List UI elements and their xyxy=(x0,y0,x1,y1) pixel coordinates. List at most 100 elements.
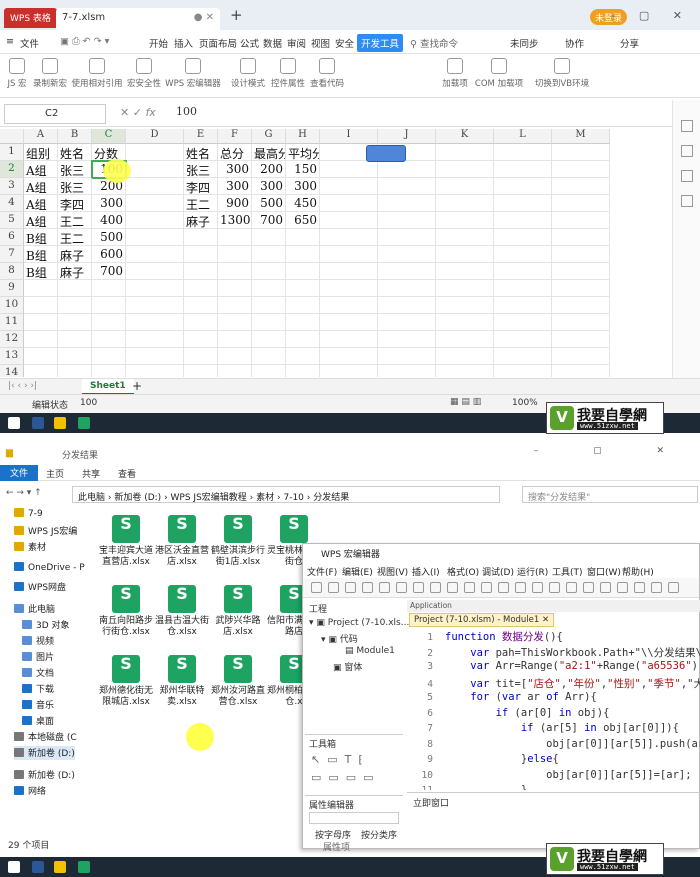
cell-D3[interactable] xyxy=(126,178,184,195)
forms-folder[interactable]: ▣ 窗体 xyxy=(333,660,362,673)
row-header-11[interactable]: 11 xyxy=(0,314,24,331)
column-header-I[interactable]: I xyxy=(320,129,378,144)
folder-taskbar-icon[interactable] xyxy=(54,417,66,429)
nav-item-7[interactable]: 视频 xyxy=(22,634,54,648)
macro-menu-item-0[interactable]: 文件(F) xyxy=(307,565,337,578)
com-addins-button[interactable]: COM 加载项 xyxy=(474,58,524,89)
cell-G14[interactable] xyxy=(252,365,286,377)
code-editor[interactable]: Application Project (7-10.xlsm) - Module… xyxy=(407,600,700,790)
cell-K11[interactable] xyxy=(436,314,494,331)
windows-start-icon[interactable] xyxy=(8,417,20,429)
cell-M14[interactable] xyxy=(552,365,610,377)
cell-J8[interactable] xyxy=(378,263,436,280)
nav-item-6[interactable]: 3D 对象 xyxy=(22,618,70,632)
nav-item-3[interactable]: OneDrive - P xyxy=(14,562,85,576)
folder-taskbar-icon-bottom[interactable] xyxy=(54,861,66,873)
cell-L14[interactable] xyxy=(494,365,552,377)
cell-M1[interactable] xyxy=(552,144,610,161)
cell-A1[interactable]: 组别 xyxy=(24,144,58,161)
toolbar-icon[interactable] xyxy=(498,582,509,593)
cell-M7[interactable] xyxy=(552,246,610,263)
formula-input[interactable]: 100 xyxy=(176,105,197,118)
toolbar-icon[interactable] xyxy=(481,582,492,593)
cell-L10[interactable] xyxy=(494,297,552,314)
cell-L5[interactable] xyxy=(494,212,552,229)
cell-F2[interactable]: 300 xyxy=(218,161,252,178)
column-header-G[interactable]: G xyxy=(252,129,286,144)
menu-review[interactable]: 审阅 xyxy=(287,36,306,50)
cell-L12[interactable] xyxy=(494,331,552,348)
cell-H8[interactable] xyxy=(286,263,320,280)
toolbar-icon[interactable] xyxy=(345,582,356,593)
property-object-select[interactable] xyxy=(309,812,399,824)
breadcrumb-2[interactable]: WPS JS宏编辑教程 xyxy=(171,493,247,503)
cell-I11[interactable] xyxy=(320,314,378,331)
cell-A2[interactable]: A组 xyxy=(24,161,58,178)
cell-C8[interactable]: 700 xyxy=(92,263,126,280)
file-item[interactable]: S 鹤壁淇滨步行街1店.xlsx xyxy=(210,515,266,568)
address-bar[interactable]: 此电脑 › 新加卷 (D:) › WPS JS宏编辑教程 › 素材 › 7-10… xyxy=(72,486,500,503)
breadcrumb-0[interactable]: 此电脑 xyxy=(78,493,105,503)
cell-F10[interactable] xyxy=(218,297,252,314)
cell-M13[interactable] xyxy=(552,348,610,365)
cell-J5[interactable] xyxy=(378,212,436,229)
cell-A13[interactable] xyxy=(24,348,58,365)
cell-H3[interactable]: 300 xyxy=(286,178,320,195)
cell-H13[interactable] xyxy=(286,348,320,365)
cell-M6[interactable] xyxy=(552,229,610,246)
cell-D7[interactable] xyxy=(126,246,184,263)
cell-C12[interactable] xyxy=(92,331,126,348)
toolbox-controls[interactable]: ↖▭T⁅ xyxy=(311,753,370,766)
cell-B10[interactable] xyxy=(58,297,92,314)
cell-D12[interactable] xyxy=(126,331,184,348)
cell-K12[interactable] xyxy=(436,331,494,348)
cell-B8[interactable]: 麻子 xyxy=(58,263,92,280)
quick-toolbar-icons[interactable]: ▣ ⎙ ↶ ↷ ▾ xyxy=(60,36,109,47)
add-sheet-icon[interactable]: + xyxy=(132,379,142,393)
file-item[interactable]: S 武陟兴华路店.xlsx xyxy=(210,585,266,638)
cell-H2[interactable]: 150 xyxy=(286,161,320,178)
prop-tab-category[interactable]: 按分类序 xyxy=(361,828,397,841)
view-mode-icons[interactable]: ▦ ▤ ▥ xyxy=(450,397,481,407)
cell-K10[interactable] xyxy=(436,297,494,314)
right-side-panel[interactable] xyxy=(672,100,700,380)
toolbar-icon[interactable] xyxy=(311,582,322,593)
cell-L6[interactable] xyxy=(494,229,552,246)
sheet-nav-icons[interactable]: |‹ ‹ › ›| xyxy=(8,381,37,391)
search-input[interactable]: 搜索"分发结果" xyxy=(522,486,698,503)
cell-A9[interactable] xyxy=(24,280,58,297)
cell-A6[interactable]: B组 xyxy=(24,229,58,246)
relative-ref-button[interactable]: 使用相对引用 xyxy=(70,58,124,89)
cell-F3[interactable]: 300 xyxy=(218,178,252,195)
macro-menu-item-7[interactable]: 工具(T) xyxy=(552,565,583,578)
breadcrumb-3[interactable]: 素材 xyxy=(256,493,274,503)
cell-B7[interactable]: 麻子 xyxy=(58,246,92,263)
panel-tools-icon[interactable] xyxy=(681,195,693,207)
file-tab[interactable]: 7-7.xlsm ● ✕ xyxy=(56,8,220,30)
menu-developer[interactable]: 开发工具 xyxy=(357,34,404,52)
cell-D10[interactable] xyxy=(126,297,184,314)
column-header-A[interactable]: A xyxy=(24,129,58,144)
cell-M8[interactable] xyxy=(552,263,610,280)
column-header-C[interactable]: C xyxy=(92,129,126,144)
cell-D11[interactable] xyxy=(126,314,184,331)
macro-menu-item-3[interactable]: 插入(I) xyxy=(412,565,440,578)
cell-C14[interactable] xyxy=(92,365,126,377)
cell-L4[interactable] xyxy=(494,195,552,212)
cell-D2[interactable] xyxy=(126,161,184,178)
toolbar-icon[interactable] xyxy=(566,582,577,593)
toolbar-icon[interactable] xyxy=(617,582,628,593)
cell-J6[interactable] xyxy=(378,229,436,246)
cell-C7[interactable]: 600 xyxy=(92,246,126,263)
cell-A7[interactable]: B组 xyxy=(24,246,58,263)
macro-menu-item-5[interactable]: 调试(D) xyxy=(482,565,514,578)
row-header-2[interactable]: 2 xyxy=(0,161,24,178)
nav-item-0[interactable]: 7-9 xyxy=(14,508,43,522)
file-item[interactable]: S 南丘向阳路步行街仓.xlsx xyxy=(98,585,154,638)
file-item[interactable]: S 郑州汝河路直营仓.xlsx xyxy=(210,655,266,708)
cell-K3[interactable] xyxy=(436,178,494,195)
macro-menu-item-1[interactable]: 编辑(E) xyxy=(342,565,373,578)
toolbar-icon[interactable] xyxy=(651,582,662,593)
nav-item-16[interactable]: 网络 xyxy=(14,784,46,798)
cell-C10[interactable] xyxy=(92,297,126,314)
